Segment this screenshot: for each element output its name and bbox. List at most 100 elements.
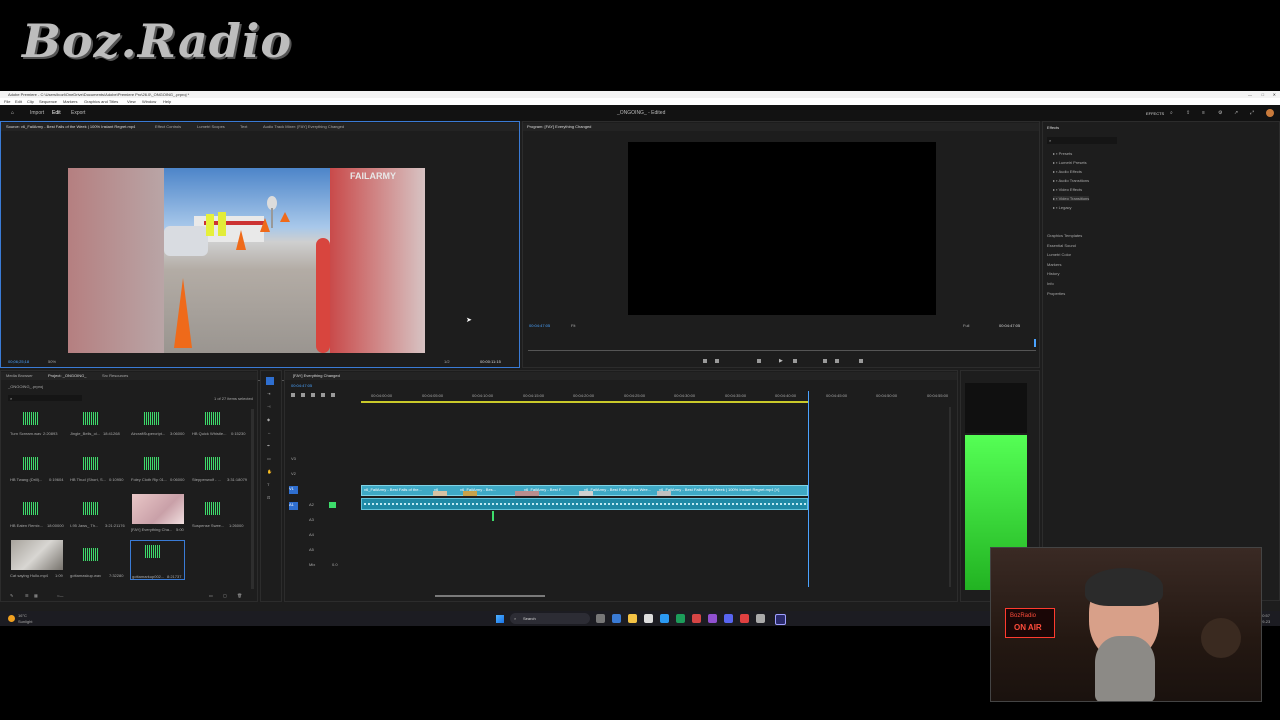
new-item-icon[interactable]: ▢ (223, 593, 227, 598)
tab-text[interactable]: Text (240, 124, 247, 129)
timeline-v-scrollbar[interactable] (949, 407, 951, 587)
list-item[interactable]: gottamarkup002... 8:21737 (130, 540, 185, 580)
list-item[interactable]: Suspense Swee... 1:26000 (191, 498, 246, 534)
list-item[interactable]: Steppenwolf - ... 3:31:18079 (191, 453, 247, 489)
program-playhead[interactable] (1034, 339, 1036, 347)
nav-edit[interactable]: Edit (52, 110, 61, 116)
track-select-tool-icon[interactable]: ⇥ (267, 391, 270, 396)
menu-file[interactable]: File (4, 99, 10, 104)
menu-window[interactable]: Window (142, 99, 156, 104)
folder-presets[interactable]: ▸ ▪ Presets (1053, 151, 1089, 156)
list-item[interactable]: HB Eaten Remix... 18:00000 (9, 498, 64, 534)
clip-label[interactable]: v6_FailArmy - Best Fails of the... (364, 487, 422, 492)
clip-label[interactable]: v6_FailArmy - Best Fails of the Week | 1… (659, 487, 779, 492)
lift-button[interactable] (823, 359, 827, 363)
trash-icon[interactable]: 🗑 (237, 593, 242, 598)
maximize-icon[interactable]: □ (1262, 92, 1264, 97)
file-explorer-icon[interactable] (628, 614, 637, 623)
tab-audio-mixer[interactable]: Audio Track Mixer: [FAY] Everything Chan… (263, 124, 344, 129)
app-icon[interactable] (692, 614, 701, 623)
store-icon[interactable] (644, 614, 653, 623)
app-icon[interactable] (676, 614, 685, 623)
snap-icon[interactable] (291, 393, 295, 397)
tab-source[interactable]: Source: v6_FailArmy - Best Fails of the … (6, 124, 135, 129)
panel-properties[interactable]: Properties (1047, 291, 1082, 296)
menu-view[interactable]: View (127, 99, 136, 104)
avatar[interactable] (1266, 109, 1274, 117)
settings-icon[interactable]: ⚙ (1218, 110, 1222, 116)
panel-markers[interactable]: Markers (1047, 262, 1082, 267)
tab-effect-controls[interactable]: Effect Controls (155, 124, 181, 129)
zoom-slider[interactable]: ○— (57, 593, 63, 598)
play-button[interactable]: ▶ (779, 358, 783, 364)
copilot-icon[interactable] (612, 614, 621, 623)
list-item[interactable]: Foley Cloth Rip 01... 0:06000 (130, 453, 185, 489)
panel-lumetri-color[interactable]: Lumetri Color (1047, 252, 1082, 257)
discord-icon[interactable] (724, 614, 733, 623)
menu-icon[interactable]: ≡ (1202, 110, 1205, 116)
folder-audio-effects[interactable]: ▸ ▪ Audio Effects (1053, 169, 1089, 174)
list-item[interactable]: gottamaskup.wav 7:32280 (69, 544, 124, 580)
rectangle-tool-icon[interactable]: ▭ (267, 456, 271, 461)
fullscreen-icon[interactable]: ⤢ (1250, 110, 1254, 116)
program-timecode[interactable]: 00:04:47:05 (529, 323, 550, 328)
new-bin-icon[interactable]: ▭ (209, 593, 213, 598)
program-fit[interactable]: Fit (571, 323, 575, 328)
pen-tool-icon[interactable]: ✒ (267, 443, 270, 448)
track-a1[interactable]: A1 (289, 502, 298, 510)
tab-media-browser[interactable]: Media Browser (6, 373, 33, 378)
add-marker-icon[interactable] (311, 393, 315, 397)
program-quality[interactable]: Full (963, 323, 969, 328)
selection-tool-icon[interactable] (266, 377, 274, 385)
tab-program[interactable]: Program: [FAY] Everything Changed (527, 124, 591, 129)
ripple-edit-tool-icon[interactable]: ⊣ (267, 404, 270, 409)
timeline-timecode[interactable]: 00:04:47:05 (291, 383, 312, 388)
project-search-input[interactable] (8, 395, 82, 401)
tab-src-resources[interactable]: Src Resources (102, 373, 128, 378)
mark-in-button[interactable] (703, 359, 707, 363)
caption-tool-icon[interactable]: ⊡ (267, 495, 270, 500)
project-scrollbar[interactable] (251, 409, 254, 589)
timeline-ruler[interactable]: 00:04:00:00 00:04:05:00 00:04:10:00 00:0… (361, 383, 998, 401)
menu-sequence[interactable]: Sequence (39, 99, 57, 104)
track-v2[interactable]: V2 (291, 471, 296, 476)
step-back-button[interactable] (757, 359, 761, 363)
weather-icon[interactable] (8, 615, 15, 622)
export-frame-button[interactable] (859, 359, 863, 363)
track-a3[interactable]: A3 (309, 517, 314, 522)
panel-history[interactable]: History (1047, 271, 1082, 276)
task-view-icon[interactable] (596, 614, 605, 623)
search-icon[interactable]: ⌕ (1170, 110, 1173, 116)
hand-tool-icon[interactable]: ✋ (267, 469, 272, 474)
step-forward-button[interactable] (793, 359, 797, 363)
list-item[interactable]: Turn Scream.wav 2:20893 (9, 408, 64, 444)
menu-graphics[interactable]: Graphics and Titles (84, 99, 118, 104)
list-item[interactable]: I-95 Jaws_ Th... 3:21:21176 (69, 498, 125, 534)
list-item[interactable]: [FAY] Everything Cha... 5:00 (130, 494, 185, 534)
minimize-icon[interactable]: — (1248, 92, 1252, 97)
list-item[interactable]: HB Quick Whistle... 0:15230 (191, 408, 246, 444)
effects-search-input[interactable] (1047, 137, 1117, 144)
panel-essential-sound[interactable]: Essential Sound (1047, 243, 1082, 248)
menu-edit[interactable]: Edit (15, 99, 22, 104)
folder-audio-transitions[interactable]: ▸ ▪ Audio Transitions (1053, 178, 1089, 183)
track-v3[interactable]: V3 (291, 456, 296, 461)
workspace-label[interactable]: EFFECTS (1146, 111, 1164, 116)
slip-tool-icon[interactable]: ↔ (267, 430, 271, 435)
taskbar-search[interactable]: ⌕ Search (510, 613, 590, 624)
app-icon[interactable] (708, 614, 717, 623)
app-icon[interactable] (756, 614, 765, 623)
timeline-h-scrollbar[interactable] (435, 595, 545, 597)
folder-video-effects[interactable]: ▸ ▪ Video Effects (1053, 187, 1089, 192)
track-v1[interactable]: V1 (289, 486, 298, 494)
track-a5[interactable]: A5 (309, 547, 314, 552)
tab-lumetri-scopes[interactable]: Lumetri Scopes (197, 124, 225, 129)
linked-selection-icon[interactable] (301, 393, 305, 397)
a1-clip-strip[interactable] (361, 498, 808, 510)
list-item[interactable]: Cat saying Hullo.mp4 1:09 (9, 540, 64, 580)
pencil-icon[interactable]: ✎ (10, 593, 13, 598)
nav-import[interactable]: Import (30, 110, 44, 116)
mix-track[interactable]: Mix (309, 562, 315, 567)
share-icon[interactable]: ⇪ (1186, 110, 1190, 116)
start-icon[interactable] (496, 615, 504, 623)
